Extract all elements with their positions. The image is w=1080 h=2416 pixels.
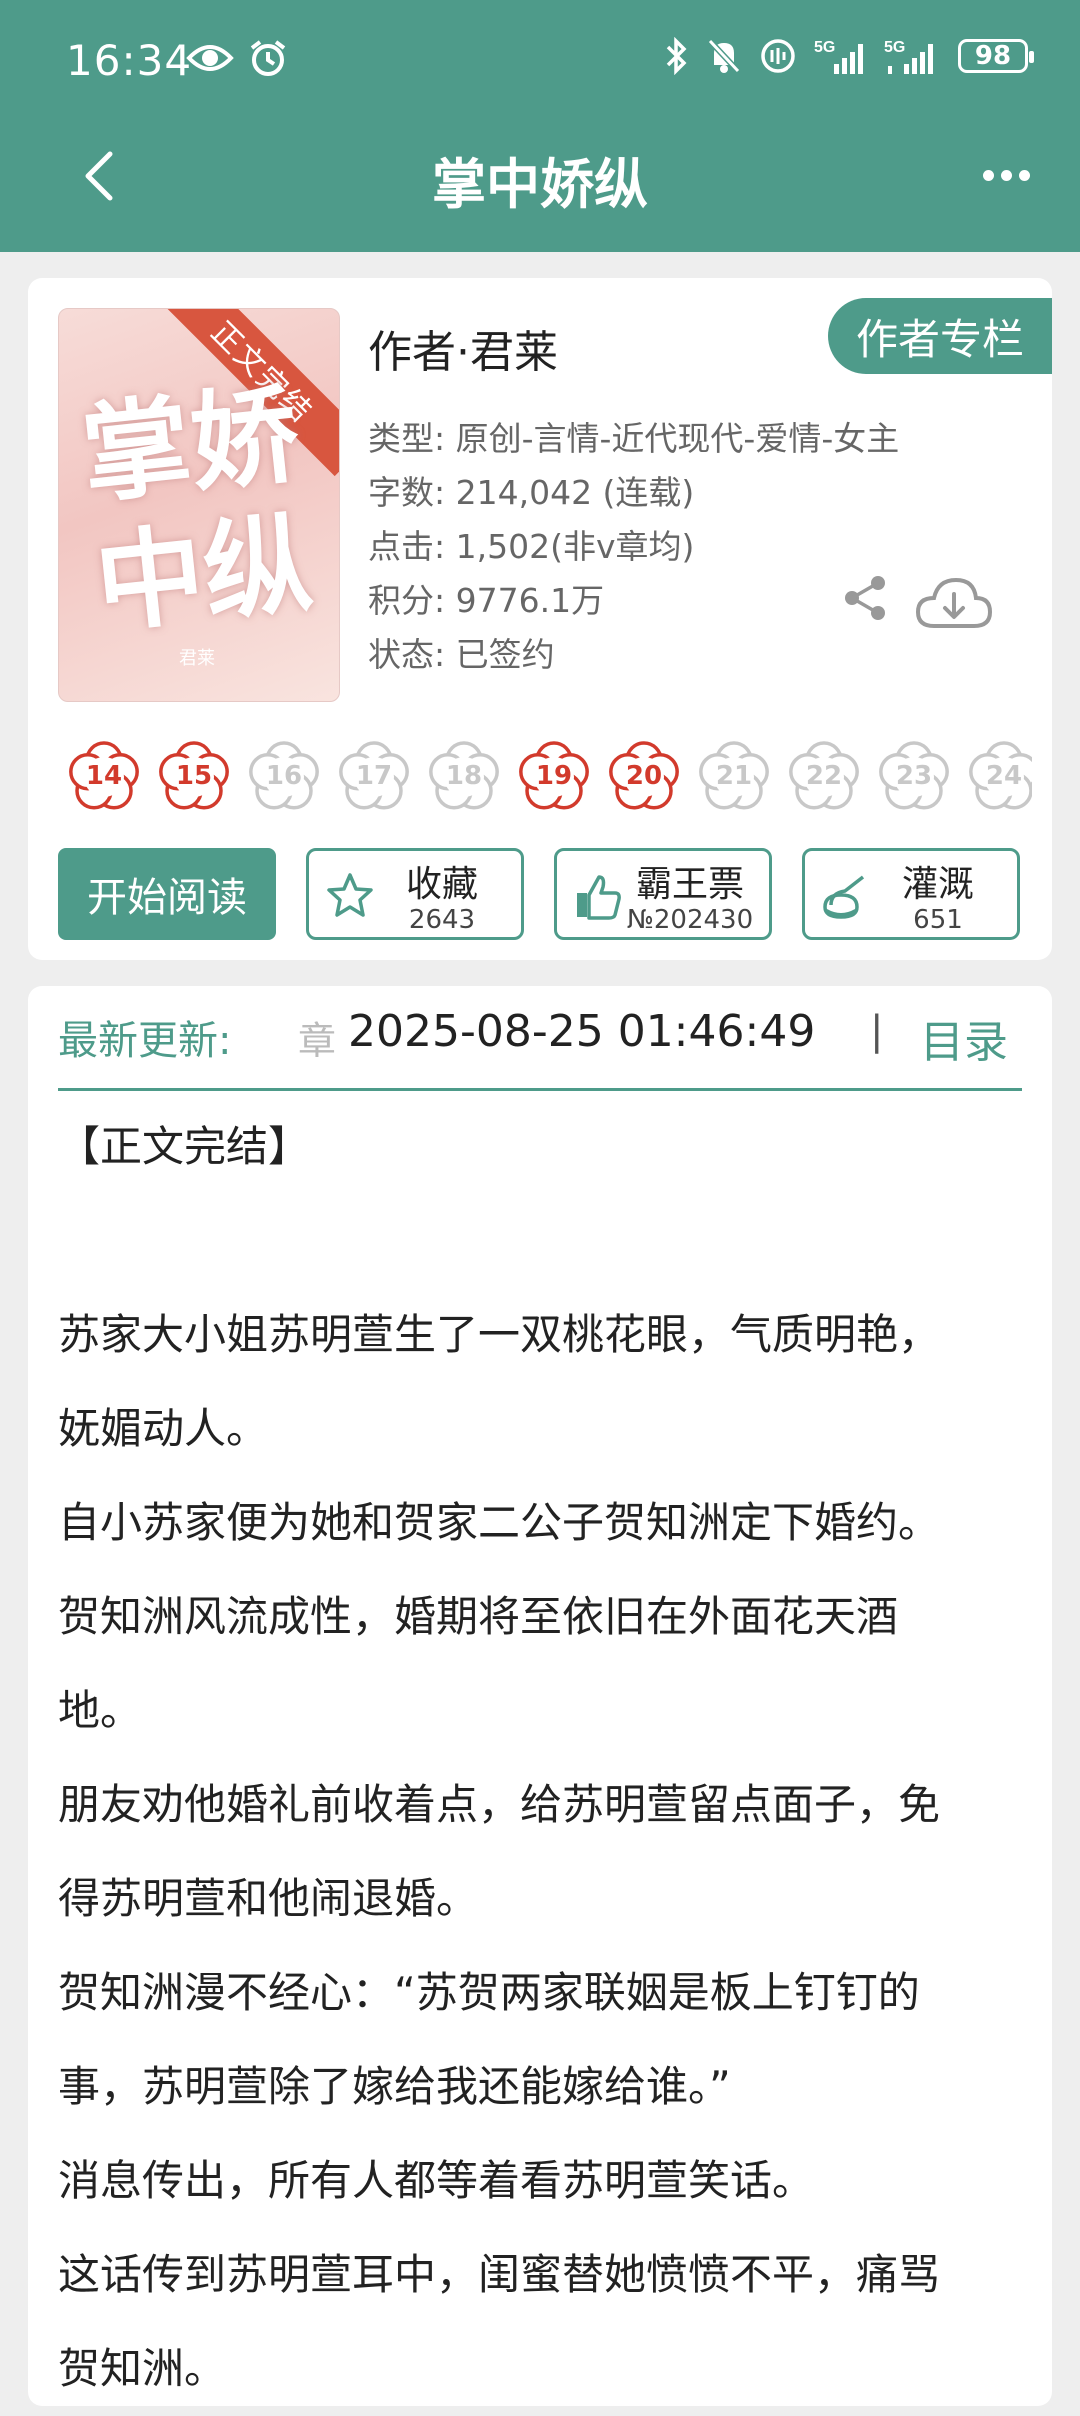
synopsis-line: 贺知洲漫不经心：“苏贺两家联姻是板上钉钉的	[58, 1968, 920, 2017]
synopsis-line: 【正文完结】	[58, 1122, 311, 1171]
rank-flower-22[interactable]: 22	[786, 738, 862, 814]
cover-author: 君莱	[179, 648, 215, 669]
page-title: 掌中娇纵	[432, 153, 648, 216]
tyrant-ticket-button[interactable]: 霸王票 №202430	[554, 848, 772, 940]
more-options-icon[interactable]	[983, 170, 1030, 181]
meta-word-count: 字数: 214,042 (连载)	[368, 473, 695, 512]
rank-flower-label: 17	[355, 761, 393, 791]
ticket-label: 霸王票	[635, 864, 744, 905]
rank-flower-row: 14 15 16 17 18 19 20 21 22 23 24	[66, 738, 1032, 828]
download-cloud-icon[interactable]	[914, 574, 994, 634]
latest-update-time[interactable]: 2025-08-25 01:46:49	[348, 1006, 815, 1057]
ticket-count: №202430	[626, 905, 754, 935]
star-icon	[327, 873, 373, 917]
status-right-icons: 5G 5G 98	[664, 36, 1034, 76]
rank-flower-24[interactable]: 24	[966, 738, 1032, 814]
synopsis-line: 自小苏家便为她和贺家二公子贺知洲定下婚约。	[58, 1498, 941, 1547]
author-column-button[interactable]: 作者专栏	[828, 298, 1052, 374]
meta-score: 积分: 9776.1万	[368, 581, 605, 620]
mute-bell-icon	[707, 38, 741, 74]
synopsis-line: 贺知洲。	[58, 2344, 227, 2393]
rank-flower-14[interactable]: 14	[66, 738, 142, 814]
rank-flower-label: 22	[805, 761, 843, 791]
rank-flower-15[interactable]: 15	[156, 738, 232, 814]
collect-button[interactable]: 收藏 2643	[306, 848, 524, 940]
rank-flower-label: 21	[715, 761, 753, 791]
synopsis-line: 地。	[58, 1686, 143, 1735]
rank-flower-17[interactable]: 17	[336, 738, 412, 814]
rank-flower-label: 14	[85, 761, 123, 791]
update-separator: |	[870, 1008, 884, 1054]
book-cover[interactable]: 正文完结 掌娇中纵 君莱	[58, 308, 340, 702]
thumbs-up-icon	[577, 875, 621, 920]
synopsis-line: 消息传出，所有人都等着看苏明萱笑话。	[58, 2156, 815, 2205]
rank-flower-16[interactable]: 16	[246, 738, 322, 814]
latest-update-marquee-ghost: 章	[298, 1019, 337, 1063]
signal-5g-icon-2: 5G	[884, 39, 933, 74]
book-meta: 类型: 原创-言情-近代现代-爱情-女主 字数: 214,042 (连载) 点击…	[368, 412, 899, 682]
book-author[interactable]: 作者·君莱	[368, 316, 558, 380]
data-saver-icon	[761, 39, 795, 73]
latest-update-label: 最新更新:	[58, 1018, 232, 1064]
rank-flower-label: 20	[625, 761, 663, 791]
alarm-icon	[250, 40, 286, 76]
rank-flower-21[interactable]: 21	[696, 738, 772, 814]
bluetooth-icon	[666, 37, 687, 75]
rank-flower-19[interactable]: 19	[516, 738, 592, 814]
divider	[58, 1088, 1022, 1091]
synopsis-line: 贺知洲风流成性，婚期将至依旧在外面花天酒	[58, 1592, 899, 1641]
synopsis-line: 事，苏明萱除了嫁给我还能嫁给谁。”	[58, 2062, 731, 2111]
app-header: 16:34 5G 5G 98 掌中娇纵	[0, 0, 1080, 252]
start-reading-button[interactable]: 开始阅读	[58, 848, 276, 940]
synopsis-line	[58, 1194, 1022, 1288]
meta-genre: 类型: 原创-言情-近代现代-爱情-女主	[368, 419, 900, 458]
irrigate-count: 651	[913, 905, 963, 935]
rank-flower-label: 16	[265, 761, 303, 791]
synopsis-line: 这话传到苏明萱耳中，闺蜜替她愤愤不平，痛骂	[58, 2250, 941, 2299]
rank-flower-23[interactable]: 23	[876, 738, 952, 814]
flask-icon	[823, 875, 865, 919]
rank-flower-label: 15	[175, 761, 213, 791]
synopsis-card: 最新更新: 章 2025-08-25 01:46:49 | 目录 【正文完结】 …	[28, 986, 1052, 2406]
status-left-icons	[186, 38, 288, 78]
collect-label: 收藏	[405, 864, 478, 905]
rank-flower-label: 23	[895, 761, 933, 791]
eye-icon	[186, 45, 234, 71]
rank-flower-label: 24	[985, 761, 1023, 791]
irrigate-button[interactable]: 灌溉 651	[802, 848, 1020, 940]
rank-flower-label: 19	[535, 761, 573, 791]
rank-flower-label: 18	[445, 761, 483, 791]
rank-flower-18[interactable]: 18	[426, 738, 502, 814]
rank-flower-20[interactable]: 20	[606, 738, 682, 814]
svg-text:5G: 5G	[884, 39, 905, 56]
synopsis-line: 朋友劝他婚礼前收着点，给苏明萱留点面子，免	[58, 1780, 941, 1829]
cover-title-art: 掌娇中纵	[76, 371, 318, 649]
signal-5g-icon-1: 5G	[814, 39, 863, 74]
book-info-card: 正文完结 掌娇中纵 君莱 作者专栏 作者·君莱 类型: 原创-言情-近代现代-爱…	[28, 278, 1052, 960]
synopsis-text: 【正文完结】 苏家大小姐苏明萱生了一双桃花眼，气质明艳， 妩媚动人。 自小苏家便…	[58, 1100, 1022, 2416]
meta-clicks: 点击: 1,502(非v章均)	[368, 527, 695, 566]
synopsis-line: 妩媚动人。	[58, 1404, 269, 1453]
meta-status: 状态: 已签约	[368, 635, 555, 674]
status-time: 16:34	[66, 36, 193, 85]
collect-count: 2643	[408, 905, 476, 935]
table-of-contents-link[interactable]: 目录	[920, 1006, 1008, 1070]
synopsis-line: 苏家大小姐苏明萱生了一双桃花眼，气质明艳，	[58, 1310, 941, 1359]
battery-indicator: 98	[958, 39, 1034, 73]
irrigate-label: 灌溉	[901, 864, 974, 905]
svg-text:5G: 5G	[814, 39, 835, 56]
synopsis-line: 得苏明萱和他闹退婚。	[58, 1874, 479, 1923]
share-icon[interactable]	[842, 574, 888, 622]
battery-level: 98	[974, 41, 1012, 71]
